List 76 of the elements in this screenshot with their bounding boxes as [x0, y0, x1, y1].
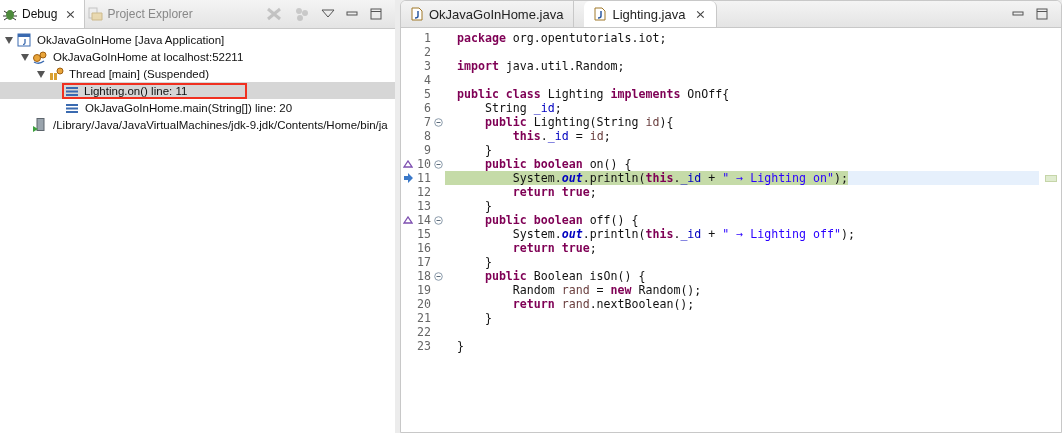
bug-icon	[2, 7, 18, 21]
line-number: 9	[423, 143, 431, 157]
instruction-pointer-icon	[403, 173, 413, 183]
line-number: 1	[423, 31, 431, 45]
collapse-icon[interactable]	[433, 159, 443, 169]
view-menu-icon[interactable]	[321, 9, 335, 19]
collapse-icon[interactable]	[433, 117, 443, 127]
code-line: String _id;	[483, 101, 562, 115]
line-number: 2	[423, 45, 431, 59]
code-line: }	[457, 339, 464, 353]
line-number: 18	[416, 269, 431, 283]
folder-icon	[87, 7, 104, 21]
collapse-icon[interactable]	[433, 271, 443, 281]
code-line: this._id = id;	[511, 129, 611, 143]
close-icon[interactable]: ⨯	[695, 6, 707, 22]
expand-icon[interactable]	[36, 68, 46, 79]
code-line: package org.opentutorials.iot;	[457, 31, 667, 45]
line-number: 6	[423, 101, 431, 115]
thread-icon	[48, 66, 64, 81]
line-number: 20	[416, 297, 431, 311]
tree-item[interactable]: Lighting.on() line: 11	[0, 82, 395, 99]
code-line: import java.util.Random;	[457, 59, 625, 73]
line-number: 3	[423, 59, 431, 73]
line-number: 16	[416, 241, 431, 255]
tree-item[interactable]: OkJavaGoInHome [Java Application]	[0, 31, 395, 48]
line-number: 4	[423, 73, 431, 87]
editor-tab[interactable]: Lighting.java ⨯	[584, 1, 718, 27]
view-tab[interactable]: Debug ⨯	[0, 0, 86, 28]
line-number: 10	[416, 157, 431, 171]
minimize-icon[interactable]	[345, 9, 359, 19]
line-number: 12	[416, 185, 431, 199]
line-number: 17	[416, 255, 431, 269]
code-line: public Boolean isOn() {	[483, 269, 646, 283]
code-line: }	[483, 311, 492, 325]
java-file-icon	[411, 7, 423, 21]
line-number: 21	[416, 311, 431, 325]
code-line: return true;	[511, 241, 597, 255]
collapse-icon[interactable]	[433, 215, 443, 225]
minimize-icon[interactable]	[1011, 9, 1025, 19]
application-icon	[16, 32, 32, 47]
line-number: 19	[416, 283, 431, 297]
code-line: public class Lighting implements OnOff{	[457, 87, 730, 101]
java-file-icon	[594, 7, 607, 21]
tree-item[interactable]: OkJavaGoInHome.main(String[]) line: 20	[0, 99, 395, 116]
line-number: 22	[416, 325, 431, 339]
overview-marker[interactable]	[1045, 174, 1057, 182]
line-number: 13	[416, 199, 431, 213]
code-line: public boolean off() {	[483, 213, 639, 227]
line-number: 7	[423, 115, 431, 129]
gears-icon	[32, 49, 48, 64]
code-line: }	[483, 255, 492, 269]
tree-item[interactable]: OkJavaGoInHome at localhost:52211	[0, 48, 395, 65]
code-line: return rand.nextBoolean();	[511, 297, 695, 311]
process-icon	[32, 117, 48, 132]
line-number: 5	[423, 87, 431, 101]
tree-item[interactable]: Thread [main] (Suspended)	[0, 65, 395, 82]
maximize-icon[interactable]	[1035, 7, 1049, 21]
editor-tab[interactable]: OkJavaGoInHome.java	[401, 1, 575, 27]
line-number: 15	[416, 227, 431, 241]
code-line: public Lighting(String id){	[483, 115, 674, 129]
line-number: 14	[416, 213, 431, 227]
code-line: System.out.println(this._id + " → Lighting off");	[511, 227, 855, 241]
expand-icon[interactable]	[20, 51, 30, 62]
tree-item[interactable]: /Library/Java/JavaVirtualMachines/jdk-9.jdk/Contents/Home/bin/ja	[0, 116, 395, 133]
code-line: return true;	[511, 185, 597, 199]
code-line: }	[483, 143, 492, 157]
code-line: System.out.println(this._id + " → Lighting on");	[511, 171, 848, 185]
maximize-icon[interactable]	[369, 7, 383, 21]
close-icon[interactable]: ⨯	[65, 6, 77, 22]
code-line: public boolean on() {	[483, 157, 632, 171]
code-line: }	[483, 199, 492, 213]
code-line: Random rand = new Random();	[511, 283, 702, 297]
line-number: 11	[416, 171, 431, 185]
line-number: 8	[423, 129, 431, 143]
expand-icon[interactable]	[4, 34, 14, 45]
line-number: 23	[416, 339, 431, 353]
